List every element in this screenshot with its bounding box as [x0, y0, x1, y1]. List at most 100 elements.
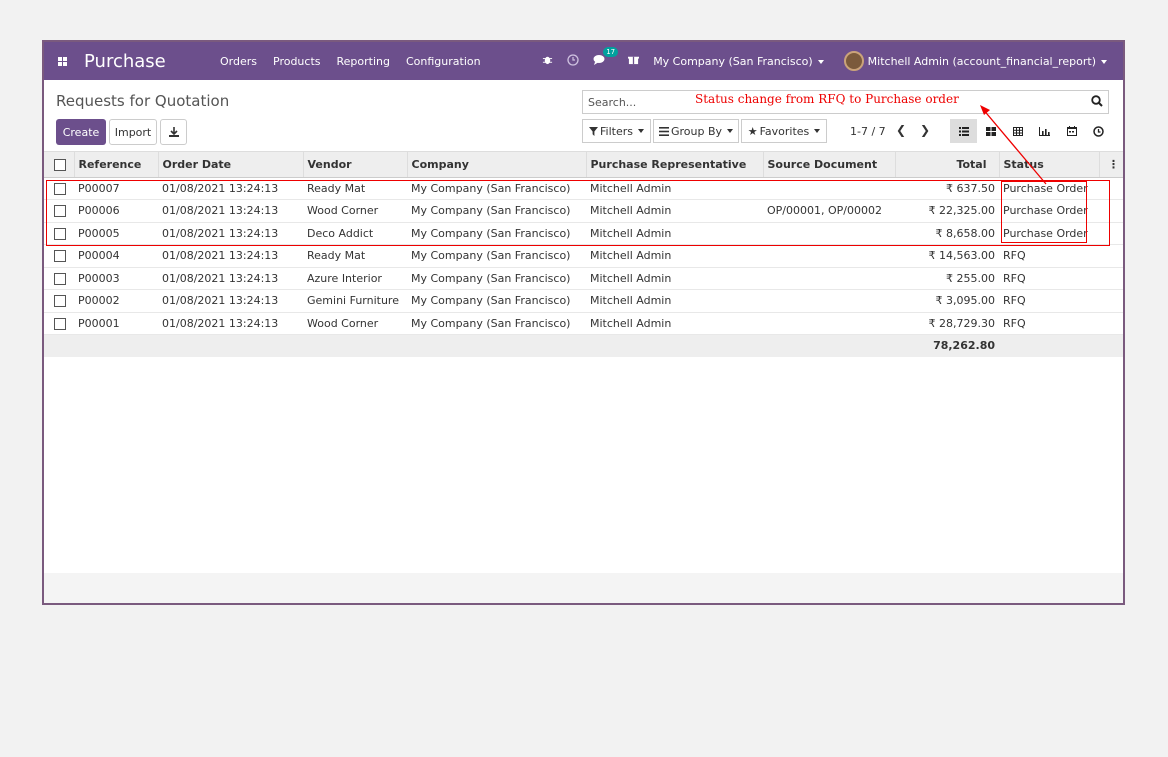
column-company[interactable]: Company [407, 152, 587, 178]
annotation-rows-highlight [46, 180, 1110, 246]
apps-menu-icon[interactable] [48, 56, 76, 66]
annotation-text: Status change from RFQ to Purchase order [695, 92, 959, 106]
user-name: Mitchell Admin (account_financial_report… [867, 54, 1096, 68]
row-checkbox-cell[interactable] [44, 312, 74, 335]
filters-button[interactable]: Filters [582, 119, 651, 143]
table-row[interactable]: P00004 01/08/2021 13:24:13 Ready Mat My Com… [44, 244, 1123, 268]
cell-status: RFQ [999, 289, 1099, 313]
cell-representative: Mitchell Admin [586, 312, 763, 335]
optional-columns-icon[interactable]: ⋮ [1099, 152, 1123, 178]
cell-company: My Company (San Francisco) [407, 312, 586, 335]
menu-orders[interactable]: Orders [220, 55, 257, 68]
column-purchase-representative[interactable]: Purchase Representative [586, 152, 764, 178]
cell-status: RFQ [999, 244, 1099, 268]
search-icon[interactable] [1091, 95, 1103, 110]
group-by-label: Group By [670, 124, 723, 138]
cell-order-date: 01/08/2021 13:24:13 [158, 244, 303, 268]
bottom-strip [44, 573, 1123, 603]
cell-total: ₹ 255.00 [895, 267, 999, 290]
user-menu[interactable]: Mitchell Admin (account_financial_report… [868, 55, 1107, 68]
row-checkbox-cell[interactable] [44, 289, 74, 313]
cell-total: ₹ 28,729.30 [895, 312, 999, 335]
annotation-arrow-icon [980, 105, 1047, 185]
cell-total: ₹ 14,563.00 [895, 244, 999, 268]
row-checkbox[interactable] [54, 317, 66, 330]
row-spacer [1099, 267, 1123, 290]
cell-status: RFQ [999, 312, 1099, 335]
group-by-button[interactable]: Group By [653, 119, 739, 143]
cell-total: ₹ 3,095.00 [895, 289, 999, 313]
select-all-checkbox-cell[interactable] [44, 152, 75, 178]
activity-view-icon[interactable] [1085, 119, 1112, 143]
annotation-status-highlight [1001, 181, 1087, 243]
filter-icon [589, 126, 598, 136]
cell-reference: P00003 [74, 267, 158, 290]
menu-products[interactable]: Products [273, 55, 321, 68]
column-source-document[interactable]: Source Document [763, 152, 896, 178]
star-icon: ★ [747, 124, 758, 138]
cell-representative: Mitchell Admin [586, 289, 763, 313]
row-spacer [1099, 244, 1123, 268]
table-row[interactable]: P00002 01/08/2021 13:24:13 Gemini Furnitur… [44, 289, 1123, 313]
row-checkbox[interactable] [54, 250, 66, 263]
cell-source-document [763, 312, 895, 335]
favorites-button[interactable]: ★ Favorites [741, 119, 827, 143]
menu-configuration[interactable]: Configuration [406, 55, 481, 68]
column-order-date[interactable]: Order Date [158, 152, 304, 178]
row-checkbox[interactable] [54, 272, 66, 285]
chevron-down-icon [637, 129, 644, 133]
user-avatar[interactable] [843, 51, 864, 71]
table-row[interactable]: P00001 01/08/2021 13:24:13 Wood Corner My C… [44, 312, 1123, 335]
top-navbar: Purchase Orders Products Reporting Confi… [44, 42, 1123, 80]
pager-previous-icon[interactable]: ❮ [896, 123, 906, 137]
select-all-checkbox[interactable] [54, 158, 66, 171]
menu-reporting[interactable]: Reporting [337, 55, 390, 68]
cell-company: My Company (San Francisco) [407, 289, 586, 313]
pager-next-icon[interactable]: ❯ [920, 123, 930, 137]
activity-clock-icon[interactable] [567, 53, 579, 69]
cell-representative: Mitchell Admin [586, 267, 763, 290]
table-footer-row: 78,262.80 [44, 334, 1123, 357]
grand-total: 78,262.80 [895, 334, 999, 357]
group-lines-icon [658, 126, 669, 136]
import-button[interactable]: Import [109, 119, 157, 145]
cell-source-document [763, 267, 895, 290]
app-title[interactable]: Purchase [84, 51, 204, 72]
cell-vendor: Wood Corner [303, 312, 407, 335]
cell-order-date: 01/08/2021 13:24:13 [158, 289, 303, 313]
table-row[interactable]: P00003 01/08/2021 13:24:13 Azure Interior M… [44, 267, 1123, 290]
cell-vendor: Ready Mat [303, 244, 407, 268]
cell-reference: P00001 [74, 312, 158, 335]
cell-order-date: 01/08/2021 13:24:13 [158, 312, 303, 335]
row-checkbox[interactable] [54, 295, 66, 308]
cell-company: My Company (San Francisco) [407, 244, 586, 268]
control-panel: Requests for Quotation Create Import Fil… [44, 80, 1123, 152]
company-switcher[interactable]: My Company (San Francisco) [653, 55, 824, 68]
row-checkbox-cell[interactable] [44, 244, 74, 268]
cell-vendor: Gemini Furniture [303, 289, 407, 313]
cell-reference: P00002 [74, 289, 158, 313]
row-checkbox-cell[interactable] [44, 267, 74, 290]
cell-reference: P00004 [74, 244, 158, 268]
pager-value[interactable]: 1-7 / 7 [850, 125, 886, 138]
cell-vendor: Azure Interior [303, 267, 407, 290]
app-window: Purchase Orders Products Reporting Confi… [42, 40, 1125, 605]
messages-icon[interactable]: 17 [593, 47, 619, 68]
cell-status: RFQ [999, 267, 1099, 290]
favorites-label: Favorites [759, 124, 810, 138]
gift-icon[interactable] [628, 54, 640, 68]
create-button[interactable]: Create [56, 119, 106, 145]
calendar-view-icon[interactable] [1058, 119, 1085, 143]
chevron-down-icon [817, 59, 824, 64]
row-spacer [1099, 289, 1123, 313]
column-reference[interactable]: Reference [74, 152, 159, 178]
cell-order-date: 01/08/2021 13:24:13 [158, 267, 303, 290]
chevron-down-icon [1101, 59, 1107, 64]
cell-company: My Company (San Francisco) [407, 267, 586, 290]
column-vendor[interactable]: Vendor [303, 152, 408, 178]
chevron-down-icon [814, 129, 821, 133]
breadcrumb: Requests for Quotation [56, 92, 230, 110]
filters-label: Filters [600, 124, 633, 138]
download-icon[interactable] [160, 119, 187, 145]
debug-bug-icon[interactable] [542, 54, 553, 68]
